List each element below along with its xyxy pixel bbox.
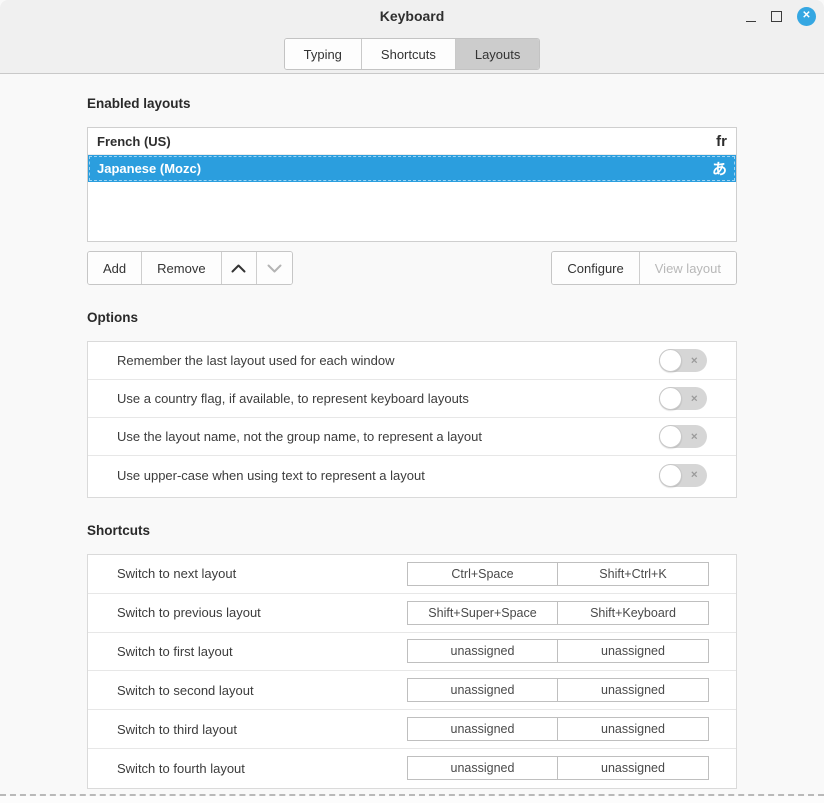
option-label: Use the layout name, not the group name,… [117,429,659,444]
toggle-off-x-icon: ✕ [690,394,698,403]
toggle-remember-layout[interactable]: ✕ [659,349,707,372]
shortcut-label: Switch to first layout [117,644,407,659]
shortcut-label: Switch to third layout [117,722,407,737]
toggle-country-flag[interactable]: ✕ [659,387,707,410]
shortcut-binding-secondary[interactable]: unassigned [558,679,708,701]
toggle-knob [659,425,682,448]
layout-indicator-hiragana: あ [712,158,727,179]
shortcut-binding-secondary[interactable]: unassigned [558,718,708,740]
layout-name: French (US) [97,134,716,149]
move-down-button[interactable] [257,252,292,284]
options-heading: Options [87,310,138,325]
shortcut-label: Switch to fourth layout [117,761,407,776]
shortcut-row-first-layout: Switch to first layout unassigned unassi… [88,633,736,672]
toggle-off-x-icon: ✕ [690,432,698,441]
view-layout-button[interactable]: View layout [640,252,736,284]
shortcut-bindings: unassigned unassigned [407,756,709,780]
shortcut-binding-secondary[interactable]: unassigned [558,757,708,779]
config-button-group: Configure View layout [551,251,737,285]
option-row-upper-case: Use upper-case when using text to repres… [88,456,736,494]
toggle-knob [659,464,682,487]
option-label: Remember the last layout used for each w… [117,353,659,368]
bottom-resize-divider [0,794,824,796]
keyboard-settings-window: Keyboard ✕ Typing Shortcuts Layouts [0,0,824,803]
add-button-label: Add [103,261,126,276]
shortcuts-heading: Shortcuts [87,523,150,538]
window-controls: ✕ [746,0,816,32]
edit-button-group: Add Remove [87,251,293,285]
option-row-remember-layout: Remember the last layout used for each w… [88,342,736,380]
bottom-strip [0,796,824,803]
minimize-icon[interactable] [746,11,756,22]
close-x-glyph: ✕ [802,11,810,21]
layout-list: French (US) fr Japanese (Mozc) あ [87,127,737,242]
layout-list-actions: Add Remove Configure View layout [87,251,737,285]
configure-button[interactable]: Configure [552,252,639,284]
shortcut-binding-secondary[interactable]: unassigned [558,640,708,662]
layout-name: Japanese (Mozc) [97,161,712,176]
shortcut-binding-primary[interactable]: unassigned [408,718,558,740]
layout-row-japanese[interactable]: Japanese (Mozc) あ [88,155,736,182]
shortcut-bindings: Ctrl+Space Shift+Ctrl+K [407,562,709,586]
option-row-layout-name: Use the layout name, not the group name,… [88,418,736,456]
remove-button-label: Remove [157,261,205,276]
titlebar[interactable]: Keyboard ✕ [0,0,824,32]
toggle-knob [659,349,682,372]
move-up-button[interactable] [222,252,257,284]
maximize-icon[interactable] [771,11,782,22]
shortcut-label: Switch to previous layout [117,605,407,620]
shortcuts-panel: Switch to next layout Ctrl+Space Shift+C… [87,554,737,789]
tab-group: Typing Shortcuts Layouts [284,38,541,70]
shortcut-row-next-layout: Switch to next layout Ctrl+Space Shift+C… [88,555,736,594]
tab-shortcuts-label: Shortcuts [381,47,436,62]
option-label: Use a country flag, if available, to rep… [117,391,659,406]
shortcut-label: Switch to second layout [117,683,407,698]
shortcut-binding-secondary[interactable]: Shift+Ctrl+K [558,563,708,585]
add-button[interactable]: Add [88,252,142,284]
window-title: Keyboard [0,8,824,24]
options-panel: Remember the last layout used for each w… [87,341,737,498]
shortcut-binding-primary[interactable]: unassigned [408,679,558,701]
chevron-up-icon [231,261,246,276]
enabled-layouts-heading: Enabled layouts [87,96,191,111]
view-layout-button-label: View layout [655,261,721,276]
tab-layouts-label: Layouts [475,47,521,62]
window-header: Keyboard ✕ Typing Shortcuts Layouts [0,0,824,74]
shortcut-row-previous-layout: Switch to previous layout Shift+Super+Sp… [88,594,736,633]
shortcut-bindings: Shift+Super+Space Shift+Keyboard [407,601,709,625]
layout-indicator-fr: fr [716,133,727,150]
chevron-down-icon [267,261,282,276]
shortcut-binding-primary[interactable]: Shift+Super+Space [408,602,558,624]
shortcut-bindings: unassigned unassigned [407,717,709,741]
shortcut-bindings: unassigned unassigned [407,639,709,663]
shortcut-row-second-layout: Switch to second layout unassigned unass… [88,671,736,710]
shortcut-row-fourth-layout: Switch to fourth layout unassigned unass… [88,749,736,788]
shortcut-binding-primary[interactable]: Ctrl+Space [408,563,558,585]
tab-shortcuts[interactable]: Shortcuts [362,39,456,69]
toggle-off-x-icon: ✕ [690,356,698,365]
shortcut-binding-primary[interactable]: unassigned [408,757,558,779]
option-label: Use upper-case when using text to repres… [117,468,659,483]
toggle-knob [659,387,682,410]
toggle-upper-case[interactable]: ✕ [659,464,707,487]
tab-typing-label: Typing [304,47,342,62]
shortcut-bindings: unassigned unassigned [407,678,709,702]
remove-button[interactable]: Remove [142,252,221,284]
option-row-country-flag: Use a country flag, if available, to rep… [88,380,736,418]
shortcut-row-third-layout: Switch to third layout unassigned unassi… [88,710,736,749]
shortcut-label: Switch to next layout [117,566,407,581]
close-icon[interactable]: ✕ [797,7,816,26]
configure-button-label: Configure [567,261,623,276]
shortcut-binding-primary[interactable]: unassigned [408,640,558,662]
layout-row-french[interactable]: French (US) fr [88,128,736,155]
shortcut-binding-secondary[interactable]: Shift+Keyboard [558,602,708,624]
tab-bar: Typing Shortcuts Layouts [0,38,824,70]
toggle-layout-name[interactable]: ✕ [659,425,707,448]
tab-layouts[interactable]: Layouts [456,39,540,69]
toggle-off-x-icon: ✕ [690,471,698,480]
tab-typing[interactable]: Typing [285,39,362,69]
